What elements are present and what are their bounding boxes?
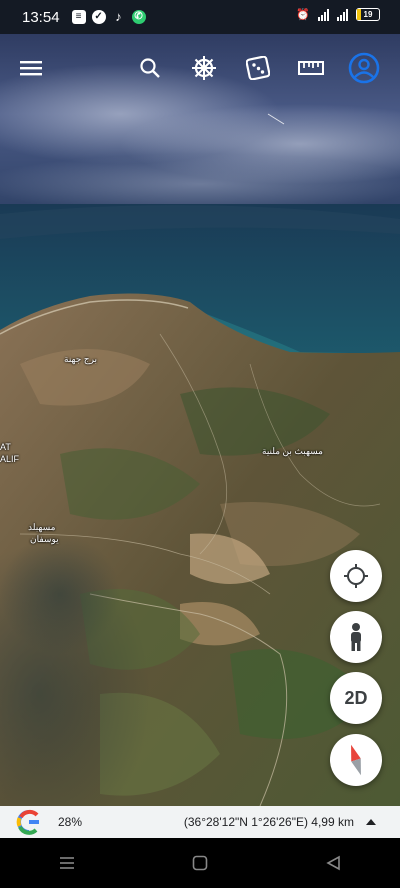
- zoom-level: 28%: [58, 815, 83, 829]
- feeling-lucky-dice-icon: [246, 56, 270, 80]
- voyager-button[interactable]: [186, 50, 222, 86]
- signal-icon: [318, 8, 329, 21]
- pegman-button[interactable]: [330, 611, 382, 663]
- place-label[interactable]: مسهبث بن ملنية: [262, 446, 323, 457]
- tiktok-icon: ♪: [115, 9, 122, 24]
- search-icon: [140, 58, 160, 78]
- menu-button[interactable]: [13, 50, 49, 86]
- place-label[interactable]: برج جهنة: [64, 354, 97, 365]
- battery-level: 19: [363, 10, 373, 19]
- messenger-icon: ✓: [91, 10, 106, 24]
- measure-icon: [298, 61, 324, 75]
- google-logo-icon: [16, 809, 39, 835]
- pegman-icon: [351, 623, 361, 651]
- home-button[interactable]: [180, 848, 220, 878]
- expand-caret-icon[interactable]: [366, 819, 376, 825]
- back-icon: [326, 855, 341, 871]
- place-label[interactable]: مسهبلد: [28, 522, 55, 533]
- system-icons: ⏰ 19: [296, 8, 380, 21]
- feeling-lucky-button[interactable]: [240, 50, 276, 86]
- compass-button[interactable]: [330, 734, 382, 786]
- recents-icon: [59, 857, 74, 869]
- view-toggle-button[interactable]: 2D: [330, 672, 382, 724]
- alarm-icon: ⏰: [296, 9, 310, 21]
- place-label[interactable]: ALIF: [0, 454, 19, 464]
- status-bar: 13:54 ≡ ✓ ♪ ✆ ⏰ 19: [0, 0, 400, 34]
- back-button[interactable]: [313, 848, 353, 878]
- account-icon: [348, 52, 380, 84]
- signal-2-icon: [337, 8, 348, 21]
- home-icon: [192, 855, 208, 871]
- menu-icon: [20, 61, 42, 76]
- account-button[interactable]: [346, 50, 382, 86]
- view-toggle-label: 2D: [344, 687, 368, 708]
- battery-icon: 19: [356, 8, 380, 21]
- place-label[interactable]: يوسفان: [30, 534, 59, 545]
- place-label[interactable]: AT: [0, 442, 11, 452]
- recents-button[interactable]: [47, 848, 87, 878]
- top-toolbar: [0, 50, 400, 86]
- measure-button[interactable]: [293, 50, 329, 86]
- notes-icon: ≡: [71, 10, 86, 24]
- compass-icon: [351, 744, 361, 776]
- status-time: 13:54: [22, 8, 60, 26]
- coordinates-readout: (36°28'12"N 1°26'26"E) 4,99 km: [183, 815, 354, 829]
- whatsapp-icon: ✆: [131, 10, 146, 24]
- my-location-icon: [344, 564, 368, 588]
- info-bar[interactable]: 28% (36°28'12"N 1°26'26"E) 4,99 km: [0, 806, 400, 838]
- system-nav-bar: [0, 838, 400, 888]
- search-button[interactable]: [132, 50, 168, 86]
- my-location-button[interactable]: [330, 550, 382, 602]
- voyager-icon: [192, 56, 216, 80]
- notification-icons: ≡ ✓ ♪ ✆: [71, 9, 146, 24]
